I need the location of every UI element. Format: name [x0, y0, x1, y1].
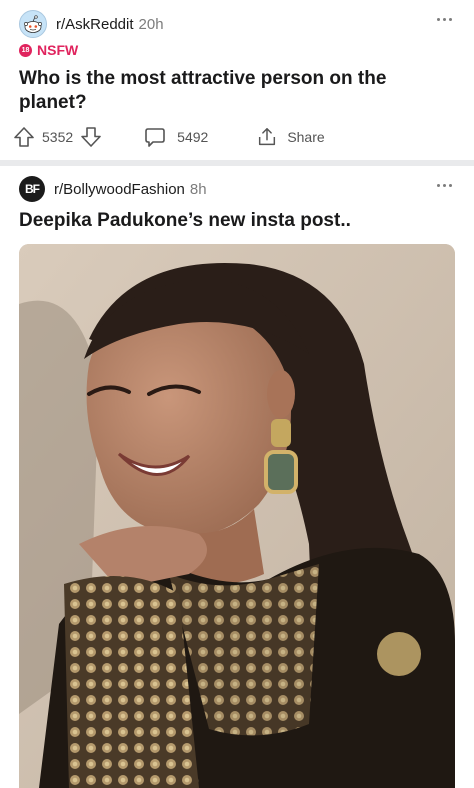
nsfw-18-icon: 18 [19, 43, 32, 57]
post-header: BF r/BollywoodFashion 8h [19, 176, 207, 202]
share-label: Share [287, 129, 325, 145]
share-button[interactable]: Share [256, 126, 325, 148]
comments-button[interactable]: 5492 [143, 125, 208, 149]
subreddit-avatar[interactable] [19, 10, 47, 38]
post-age: 8h [189, 180, 207, 198]
portrait-photo [19, 244, 455, 788]
post-header: r/AskReddit 20h [19, 10, 164, 38]
vote-control: 5352 [12, 125, 103, 149]
comment-bubble-icon [145, 128, 165, 147]
downvote-icon[interactable] [79, 125, 103, 149]
post-card[interactable]: r/AskReddit 20h 18 NSFW Who is the most … [0, 0, 474, 160]
subreddit-avatar[interactable]: BF [19, 176, 45, 202]
reddit-snoo-icon [24, 15, 42, 33]
comment-count: 5492 [177, 129, 209, 145]
post-card[interactable]: BF r/BollywoodFashion 8h Deepika Padukon… [0, 166, 474, 788]
more-options-icon[interactable] [437, 184, 452, 187]
post-title[interactable]: Who is the most attractive person on the… [19, 67, 450, 115]
vote-count: 5352 [42, 129, 74, 145]
post-image[interactable] [19, 244, 455, 788]
nsfw-label: NSFW [37, 42, 79, 58]
more-options-icon[interactable] [437, 18, 452, 21]
nsfw-flair: 18 NSFW [19, 42, 78, 58]
share-icon [259, 128, 276, 146]
subreddit-name[interactable]: r/AskReddit [56, 16, 134, 33]
subreddit-name[interactable]: r/BollywoodFashion [54, 181, 185, 198]
post-actions: 5352 5492 Share [12, 124, 454, 150]
upvote-icon[interactable] [12, 125, 36, 149]
post-age: 20h [138, 15, 164, 33]
post-title[interactable]: Deepika Padukone’s new insta post.. [19, 209, 450, 233]
